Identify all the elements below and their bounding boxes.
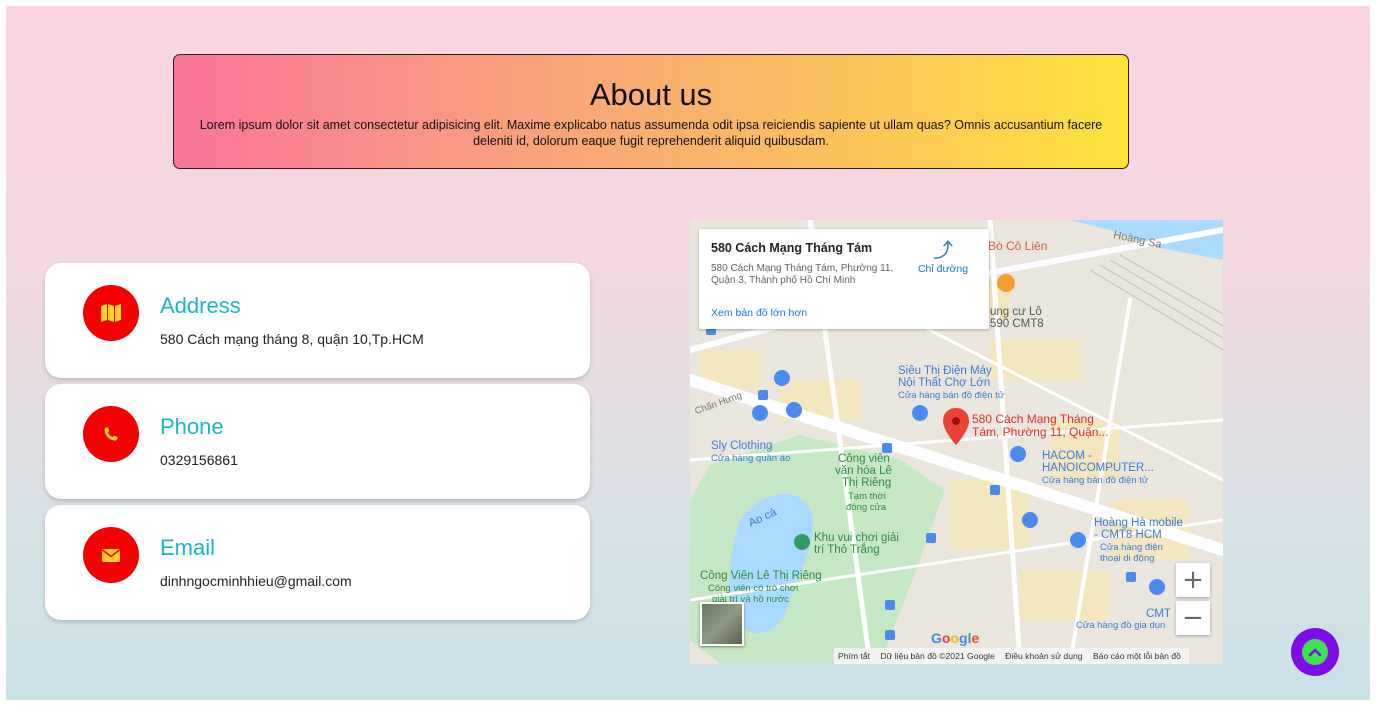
map-label-cong-vien-3: Thị Riêng bbox=[842, 477, 892, 489]
place-name: 580 Cách Mạng Tháng Tám bbox=[711, 241, 873, 255]
map-label-hoang-ha-1: Hoàng Hà mobile bbox=[1094, 517, 1183, 529]
page-background: About us Lorem ipsum dolor sit amet cons… bbox=[6, 6, 1370, 700]
email-value: dinhngocminhhieu@gmail.com bbox=[160, 573, 352, 589]
chevron-up-icon bbox=[1302, 639, 1328, 665]
map-label-sieu-thi-1: Siêu Thị Điện Máy bbox=[898, 365, 992, 377]
map-icon bbox=[83, 285, 139, 341]
satellite-toggle[interactable] bbox=[700, 602, 744, 646]
email-card: Email dinhngocminhhieu@gmail.com bbox=[45, 505, 590, 620]
map-label-sieu-thi-sub: Cửa hàng bán đồ điện tử bbox=[898, 390, 1005, 401]
map-footer: Phím tắt Dữ liệu bản đồ ©2021 Google Điề… bbox=[834, 648, 1189, 664]
zoom-in-button[interactable]: + bbox=[1176, 563, 1210, 597]
directions-link[interactable]: ⤴ Chỉ đường bbox=[913, 239, 973, 275]
terms-of-use-link[interactable]: Điều khoản sử dụng bbox=[1005, 651, 1082, 661]
phone-value: 0329156861 bbox=[160, 452, 238, 468]
map-label-chung-cu-1: ung cư Lô bbox=[990, 306, 1042, 318]
envelope-icon bbox=[83, 527, 139, 583]
map-label-sieu-thi-2: Nội Thất Chợ Lớn bbox=[898, 377, 991, 389]
address-value: 580 Cách mạng tháng 8, quận 10,Tp.HCM bbox=[160, 331, 424, 347]
map-label-hacom-sub: Cửa hàng bán đồ điện tử bbox=[1042, 475, 1149, 486]
map-label-cmt: CMT bbox=[1146, 608, 1171, 620]
map-label-khu-vui-1: Khu vui chơi giải bbox=[814, 532, 899, 544]
map-label-hoang-ha-2: - CMT8 HCM bbox=[1094, 529, 1162, 541]
map-label-bo-co-lien: Bò Cô Liên bbox=[988, 239, 1048, 253]
google-logo: Google bbox=[931, 630, 980, 646]
google-map[interactable]: 580 Cách Mạng Tháng Tám 580 Cách Mạng Th… bbox=[690, 220, 1223, 664]
zoom-out-button[interactable]: − bbox=[1176, 601, 1210, 635]
phone-card: Phone 0329156861 bbox=[45, 384, 590, 499]
map-label-khu-vui-2: trí Thỏ Trắng bbox=[814, 544, 880, 556]
map-label-sly-clothing: Sly Clothing bbox=[711, 440, 773, 452]
map-label-sly-sub: Cửa hàng quần áo bbox=[711, 453, 791, 464]
about-title: About us bbox=[589, 77, 713, 112]
map-label-cong-vien-1: Công viên bbox=[838, 453, 890, 465]
phone-title: Phone bbox=[160, 414, 224, 439]
phone-icon bbox=[83, 406, 139, 462]
place-address: 580 Cách Mạng Tháng Tám, Phường 11, Quận… bbox=[711, 263, 894, 286]
map-label-pin-1: 580 Cách Mạng Tháng bbox=[972, 412, 1094, 426]
directions-icon: ⤴ bbox=[933, 240, 953, 262]
map-label-hacom-1: HACOM - bbox=[1042, 450, 1092, 462]
map-label-cvlt-1: Công Viên Lê Thị Riêng bbox=[700, 570, 822, 582]
map-label-cmt-sub: Cửa hàng đồ gia dụn bbox=[1076, 620, 1166, 631]
map-label-pin-2: Tám, Phường 11, Quận... bbox=[972, 425, 1109, 439]
map-label-hoang-ha-sub-2: thoại di động bbox=[1100, 553, 1155, 564]
back-to-top-button[interactable] bbox=[1291, 628, 1339, 676]
place-info-box: 580 Cách Mạng Tháng Tám 580 Cách Mạng Th… bbox=[699, 229, 989, 329]
view-larger-map-link[interactable]: Xem bản đồ lớn hơn bbox=[711, 307, 807, 319]
map-label-cong-vien-sub-2: đóng cửa bbox=[846, 502, 887, 513]
address-card: Address 580 Cách mạng tháng 8, quận 10,T… bbox=[45, 263, 590, 378]
map-label-hacom-2: HANOICOMPUTER... bbox=[1042, 462, 1154, 474]
map-data-attribution: Dữ liệu bản đồ ©2021 Google bbox=[880, 651, 995, 661]
map-label-chung-cu-2: 590 CMT8 bbox=[990, 318, 1044, 330]
keyboard-shortcuts-link[interactable]: Phím tắt bbox=[838, 651, 870, 661]
map-label-cong-vien-2: văn hóa Lê bbox=[835, 465, 892, 477]
about-section: About us Lorem ipsum dolor sit amet cons… bbox=[173, 54, 1129, 169]
directions-label: Chỉ đường bbox=[917, 263, 969, 275]
report-map-error-link[interactable]: Báo cáo một lỗi bản đồ bbox=[1093, 651, 1181, 661]
email-title: Email bbox=[160, 535, 216, 560]
address-title: Address bbox=[160, 293, 241, 318]
about-text: Lorem ipsum dolor sit amet consectetur a… bbox=[199, 118, 1103, 148]
